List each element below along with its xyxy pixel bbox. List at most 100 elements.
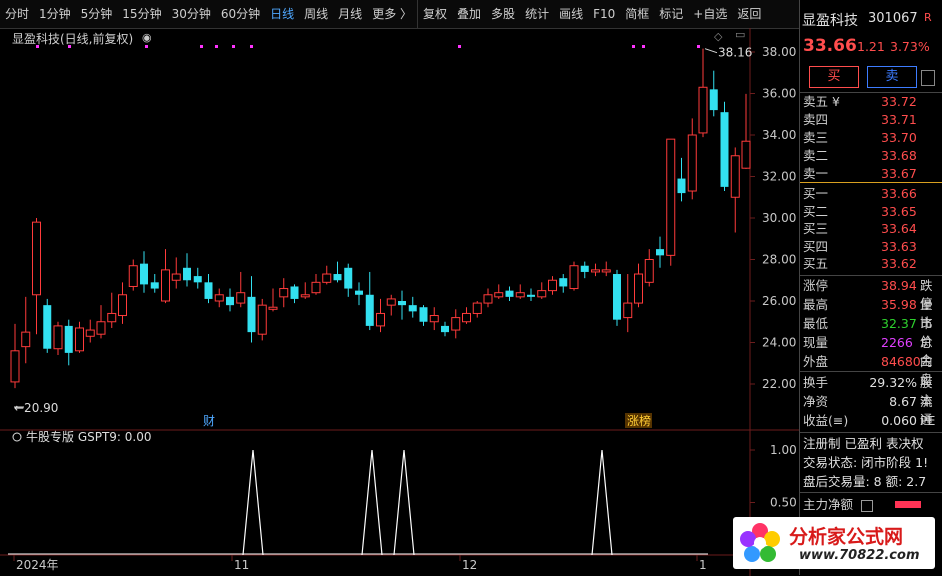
candle-body-51[interactable] <box>559 278 568 287</box>
candle-body-55[interactable] <box>601 269 611 273</box>
candle-body-23[interactable] <box>257 304 267 335</box>
toolbar-item-18[interactable]: +自选 <box>688 0 732 28</box>
candle-body-1[interactable] <box>21 331 31 348</box>
toolbar-item-6[interactable]: 日线 <box>265 0 299 28</box>
candle-body-27[interactable] <box>300 294 310 298</box>
candle-body-29[interactable] <box>322 273 332 283</box>
candle-body-52[interactable] <box>569 265 579 290</box>
candle-body-17[interactable] <box>193 276 202 283</box>
candle-body-18[interactable] <box>204 282 213 299</box>
candle-body-22[interactable] <box>247 296 256 333</box>
candle-body-11[interactable] <box>128 265 138 287</box>
candle-body-64[interactable] <box>698 86 708 134</box>
candle-body-2[interactable] <box>32 221 41 296</box>
candle-body-6[interactable] <box>75 327 84 352</box>
event-zhangbang-marker[interactable]: 涨榜 <box>627 413 651 428</box>
candle-body-3[interactable] <box>43 305 52 349</box>
toolbar-item-4[interactable]: 30分钟 <box>167 0 216 28</box>
toolbar-item-16[interactable]: 简框 <box>620 0 654 28</box>
diamond-icon[interactable]: ◇ <box>714 30 722 43</box>
candle-body-43[interactable] <box>472 302 482 314</box>
candle-body-38[interactable] <box>419 307 428 322</box>
candle-body-0[interactable] <box>10 350 20 383</box>
candle-body-25[interactable] <box>279 288 289 298</box>
candle-body-20[interactable] <box>226 296 234 306</box>
candle-body-5[interactable] <box>64 325 73 353</box>
candle-body-12[interactable] <box>140 263 148 285</box>
candle-body-42[interactable] <box>462 312 471 323</box>
candle-body-45[interactable] <box>494 292 504 298</box>
candle-body-14[interactable] <box>161 269 170 302</box>
collapse-icon[interactable]: ▭ <box>735 28 745 41</box>
candle-body-49[interactable] <box>537 290 547 298</box>
candle-body-57[interactable] <box>623 302 633 319</box>
toolbar-item-8[interactable]: 月线 <box>333 0 367 28</box>
indicator-menu-icon[interactable] <box>12 432 22 442</box>
candle-body-60[interactable] <box>656 249 664 256</box>
toolbar-item-2[interactable]: 5分钟 <box>76 0 118 28</box>
candle-body-50[interactable] <box>548 279 557 292</box>
candle-body-4[interactable] <box>53 325 63 350</box>
candle-body-9[interactable] <box>107 312 117 323</box>
candle-body-21[interactable] <box>236 292 246 304</box>
candle-body-32[interactable] <box>355 290 363 295</box>
candle-body-35[interactable] <box>386 298 396 306</box>
candle-body-7[interactable] <box>85 329 95 337</box>
toolbar-item-10[interactable]: 复权 <box>417 0 452 28</box>
candle-body-53[interactable] <box>580 265 589 272</box>
candle-body-24[interactable] <box>268 306 278 310</box>
candle-body-41[interactable] <box>451 317 461 331</box>
toolbar-item-11[interactable]: 叠加 <box>452 0 486 28</box>
candle-body-46[interactable] <box>505 290 514 297</box>
list-icon[interactable] <box>861 500 873 512</box>
candle-body-36[interactable] <box>398 301 406 306</box>
candle-body-65[interactable] <box>709 89 718 111</box>
toolbar-item-15[interactable]: F10 <box>588 0 620 28</box>
candle-body-16[interactable] <box>183 267 191 281</box>
candle-body-54[interactable] <box>591 269 600 273</box>
candle-body-59[interactable] <box>644 259 654 283</box>
candle-body-31[interactable] <box>344 267 353 289</box>
toolbar-item-12[interactable]: 多股 <box>486 0 520 28</box>
candle-body-56[interactable] <box>613 274 621 320</box>
candle-body-15[interactable] <box>171 273 181 281</box>
candle-body-48[interactable] <box>527 294 535 297</box>
candle-body-47[interactable] <box>515 292 525 298</box>
toolbar-item-13[interactable]: 统计 <box>520 0 554 28</box>
candle-body-34[interactable] <box>376 312 385 327</box>
candle-body-33[interactable] <box>365 294 374 326</box>
candle-body-26[interactable] <box>290 286 299 299</box>
toolbar-item-19[interactable]: 返回 <box>732 0 766 28</box>
candle-body-28[interactable] <box>311 281 321 294</box>
toolbar-item-5[interactable]: 60分钟 <box>216 0 265 28</box>
candle-body-63[interactable] <box>687 134 697 192</box>
candle-body-68[interactable] <box>741 140 751 169</box>
candle-body-66[interactable] <box>720 112 729 187</box>
kline-chart[interactable]: 38.00 36.00 34.00 32.00 30.00 28.00 26.00 24.00… <box>0 28 800 576</box>
toolbar-item-14[interactable]: 画线 <box>554 0 588 28</box>
candle-body-67[interactable] <box>730 155 740 198</box>
toolbar-item-1[interactable]: 1分钟 <box>34 0 76 28</box>
toolbar-item-0[interactable]: 分时 <box>0 0 34 28</box>
candle-body-58[interactable] <box>634 273 643 304</box>
toolbar-item-9[interactable]: 更多 〉 <box>367 0 417 28</box>
candle-body-40[interactable] <box>441 325 449 333</box>
candle-body-44[interactable] <box>483 294 493 304</box>
candle-body-62[interactable] <box>677 178 686 194</box>
toolbar-item-7[interactable]: 周线 <box>299 0 333 28</box>
toolbar-item-17[interactable]: 标记 <box>654 0 688 28</box>
candle-body-39[interactable] <box>429 315 439 323</box>
buy-button[interactable]: 买 <box>809 66 859 88</box>
sell-button[interactable]: 卖 <box>867 66 917 88</box>
event-finance-marker[interactable]: 财 <box>203 414 215 428</box>
candle-body-8[interactable] <box>96 321 106 335</box>
candle-body-10[interactable] <box>118 294 127 317</box>
candle-body-30[interactable] <box>333 274 342 281</box>
candle-body-13[interactable] <box>150 282 159 289</box>
trade-settings-icon[interactable] <box>921 70 935 86</box>
candle-body-19[interactable] <box>214 294 224 302</box>
toolbar-item-3[interactable]: 15分钟 <box>117 0 166 28</box>
candle-body-61[interactable] <box>666 138 676 256</box>
chart-menu-icon[interactable]: ◉ <box>142 31 152 44</box>
candle-body-37[interactable] <box>408 305 417 312</box>
